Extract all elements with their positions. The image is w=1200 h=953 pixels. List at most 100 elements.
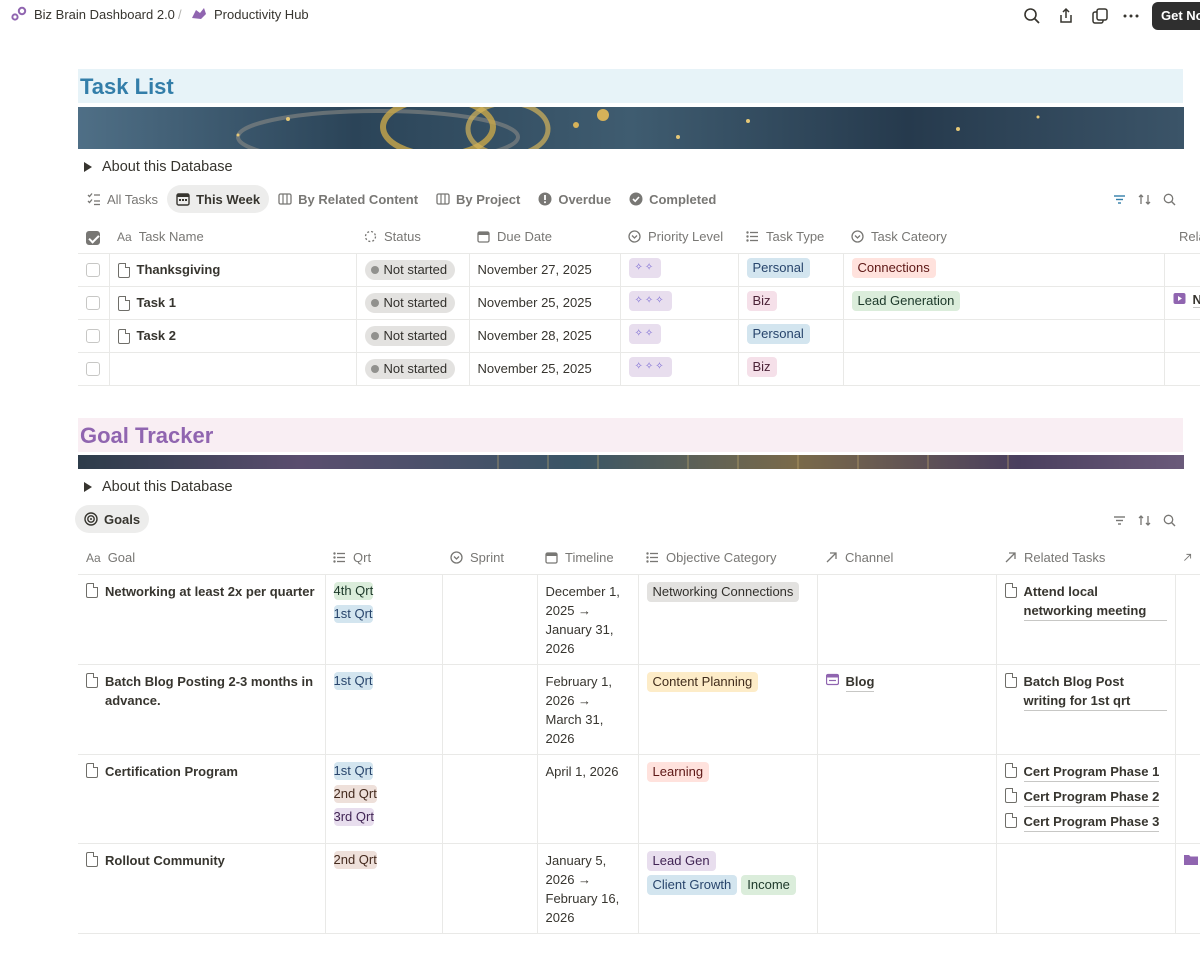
task-title[interactable]: Task 2	[117, 328, 348, 344]
task-category-cell[interactable]	[843, 352, 1165, 386]
related-task-link[interactable]: Cert Program Phase 1	[1004, 762, 1167, 782]
priority-cell[interactable]: ✧✧	[620, 253, 739, 287]
sort-icon[interactable]	[1137, 192, 1152, 207]
qrt-cell[interactable]: 1st Qrt	[325, 664, 443, 755]
column-header-timeline[interactable]: Timeline	[537, 542, 638, 575]
priority-cell[interactable]: ✧✧✧	[620, 286, 739, 320]
table-row[interactable]: Task 2 Not started November 28, 2025 ✧✧ Pers…	[78, 319, 1200, 353]
sort-icon[interactable]	[1137, 513, 1152, 528]
due-date-cell[interactable]: November 28, 2025	[469, 319, 621, 353]
search-icon[interactable]	[1162, 513, 1177, 528]
channel-cell[interactable]	[817, 754, 997, 844]
goal-title[interactable]: Certification Program	[86, 762, 317, 781]
related-tasks-cell[interactable]	[996, 843, 1176, 934]
column-header-task-name[interactable]: Aa Task Name	[109, 221, 356, 254]
related-task-link[interactable]: Cert Program Phase 2	[1004, 787, 1167, 807]
column-header-qrt[interactable]: Qrt	[325, 542, 442, 575]
table-row[interactable]: Rollout Community 2nd Qrt January 5, 2026 …	[78, 843, 1200, 934]
column-header-related-tasks[interactable]: Related Tasks	[996, 542, 1175, 575]
duplicate-icon[interactable]	[1089, 5, 1111, 27]
priority-cell[interactable]: ✧✧	[620, 319, 739, 353]
goal-name-cell[interactable]: Networking at least 2x per quarter	[78, 574, 326, 665]
status-cell[interactable]: Not started	[356, 319, 470, 353]
table-row[interactable]: Networking at least 2x per quarter 4th Qr…	[78, 574, 1200, 665]
select-all-checkbox[interactable]	[86, 230, 100, 245]
channel-link[interactable]: Blog	[825, 672, 988, 692]
status-cell[interactable]: Not started	[356, 253, 470, 287]
filter-icon[interactable]	[1112, 513, 1127, 528]
filter-icon[interactable]	[1112, 192, 1127, 207]
related-content-link[interactable]: New YouTube Video	[1173, 292, 1199, 308]
task-title[interactable]: Thanksgiving	[117, 262, 348, 278]
goal-tracker-about-toggle[interactable]: About this Database	[84, 479, 233, 495]
task-category-cell[interactable]: Lead Generation	[843, 286, 1165, 320]
column-header-task-category[interactable]: Task Cateory	[843, 221, 1164, 254]
related-tasks-cell[interactable]: Cert Program Phase 1 Cert Program Phase 2…	[996, 754, 1176, 844]
sprint-cell[interactable]	[442, 574, 538, 665]
search-icon[interactable]	[1021, 5, 1043, 27]
column-header-objective-category[interactable]: Objective Category	[638, 542, 817, 575]
channel-cell[interactable]: Blog	[817, 664, 997, 755]
goal-name-cell[interactable]: Rollout Community	[78, 843, 326, 934]
timeline-cell[interactable]: April 1, 2026	[537, 754, 639, 844]
timeline-cell[interactable]: January 5, 2026 → February 16, 2026	[537, 843, 639, 934]
goal-title[interactable]: Rollout Community	[86, 851, 317, 870]
timeline-cell[interactable]: February 1, 2026 → March 31, 2026	[537, 664, 639, 755]
row-select-cell[interactable]	[78, 352, 110, 386]
status-cell[interactable]: Not started	[356, 352, 470, 386]
goal-title[interactable]: Batch Blog Posting 2-3 months in advance…	[86, 672, 317, 710]
related-content-cell[interactable]	[1164, 352, 1200, 386]
channel-cell[interactable]	[817, 843, 997, 934]
tab-by-project[interactable]: By Project	[427, 185, 529, 213]
channel-cell[interactable]	[817, 574, 997, 665]
sprint-cell[interactable]	[442, 843, 538, 934]
timeline-cell[interactable]: December 1, 2025 → January 31, 2026	[537, 574, 639, 665]
due-date-cell[interactable]: November 27, 2025	[469, 253, 621, 287]
table-row[interactable]: Certification Program 1st Qrt 2nd Qrt 3rd Q…	[78, 754, 1200, 844]
get-now-button[interactable]: Get No	[1152, 2, 1200, 30]
tab-by-related-content[interactable]: By Related Content	[269, 185, 427, 213]
related-content-cell[interactable]	[1164, 319, 1200, 353]
folder-icon[interactable]	[1183, 853, 1198, 868]
task-type-cell[interactable]: Personal	[738, 319, 844, 353]
tab-completed[interactable]: Completed	[620, 185, 725, 213]
task-category-cell[interactable]	[843, 319, 1165, 353]
column-header-sprint[interactable]: Sprint	[442, 542, 537, 575]
goal-name-cell[interactable]: Batch Blog Posting 2-3 months in advance…	[78, 664, 326, 755]
row-checkbox[interactable]	[86, 296, 100, 311]
share-icon[interactable]	[1055, 5, 1077, 27]
column-header-channel[interactable]: Channel	[817, 542, 996, 575]
row-select-cell[interactable]	[78, 319, 110, 353]
priority-cell[interactable]: ✧✧✧	[620, 352, 739, 386]
column-header-goal[interactable]: Aa Goal	[78, 542, 325, 575]
related-content-cell[interactable]	[1164, 253, 1200, 287]
row-checkbox[interactable]	[86, 329, 100, 344]
column-header-priority-level[interactable]: Priority Level	[620, 221, 738, 254]
due-date-cell[interactable]: November 25, 2025	[469, 352, 621, 386]
row-select-cell[interactable]	[78, 286, 110, 320]
goal-title[interactable]: Networking at least 2x per quarter	[86, 582, 317, 601]
tab-this-week[interactable]: This Week	[167, 185, 270, 213]
table-row[interactable]: Task 1 Not started November 25, 2025 ✧✧✧ Biz…	[78, 286, 1200, 320]
table-row[interactable]: Not started November 25, 2025 ✧✧✧ Biz	[78, 352, 1200, 386]
sprint-cell[interactable]	[442, 664, 538, 755]
objective-category-cell[interactable]: Lead Gen Client Growth Income	[638, 843, 818, 934]
status-cell[interactable]: Not started	[356, 286, 470, 320]
task-type-cell[interactable]: Biz	[738, 286, 844, 320]
goal-name-cell[interactable]: Certification Program	[78, 754, 326, 844]
objective-category-cell[interactable]: Content Planning	[638, 664, 818, 755]
select-all-header[interactable]	[78, 221, 109, 254]
column-header-due-date[interactable]: Due Date	[469, 221, 620, 254]
breadcrumb-workspace[interactable]: Biz Brain Dashboard 2.0	[10, 6, 175, 22]
row-checkbox[interactable]	[86, 362, 100, 377]
related-tasks-cell[interactable]: Batch Blog Post writing for 1st qrt	[996, 664, 1176, 755]
related-task-link[interactable]: Batch Blog Post writing for 1st qrt	[1004, 672, 1167, 711]
task-name-cell[interactable]: Task 1	[109, 286, 357, 320]
qrt-cell[interactable]: 1st Qrt 2nd Qrt 3rd Qrt	[325, 754, 443, 844]
column-header-status[interactable]: Status	[356, 221, 469, 254]
related-content-cell[interactable]: New YouTube Video	[1164, 286, 1200, 320]
task-name-cell[interactable]: Task 2	[109, 319, 357, 353]
related-task-link[interactable]: Cert Program Phase 3	[1004, 812, 1167, 832]
search-icon[interactable]	[1162, 192, 1177, 207]
task-name-cell[interactable]: Thanksgiving	[109, 253, 357, 287]
